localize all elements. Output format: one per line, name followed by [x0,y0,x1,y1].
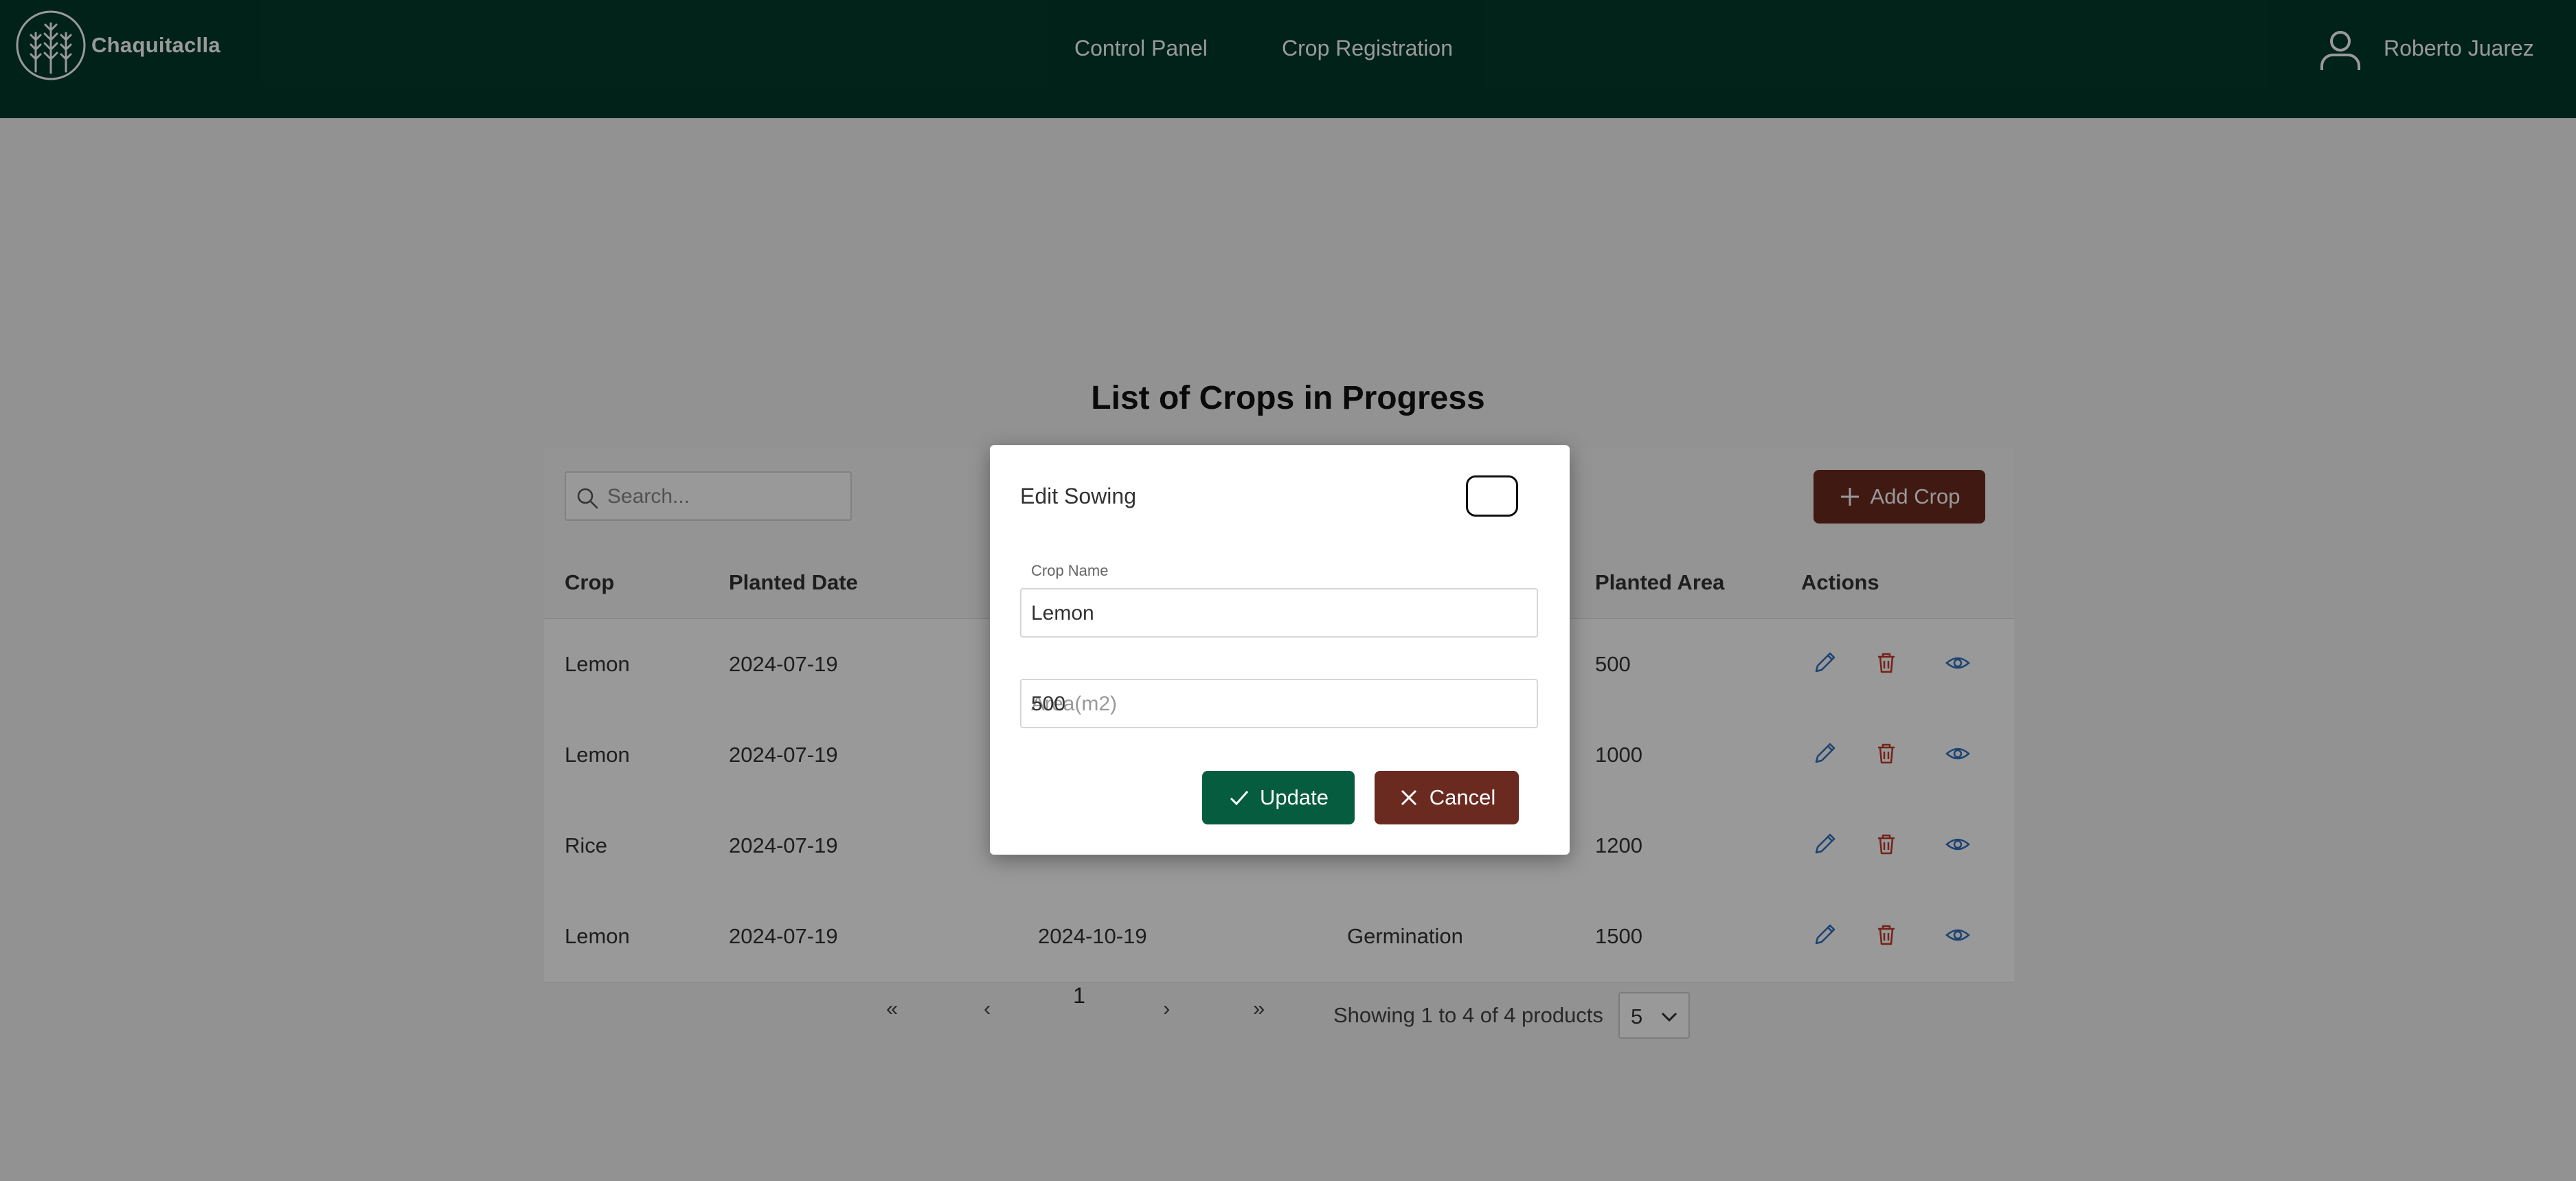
edit-sowing-dialog: Edit Sowing Crop Name Lemon Area(m2) 500… [990,445,1570,855]
cancel-label: Cancel [1429,785,1496,809]
crop-name-field[interactable]: Lemon [1020,588,1538,638]
crop-name-value: Lemon [1031,602,1094,625]
crop-name-label: Crop Name [1031,562,1109,579]
update-label: Update [1260,785,1329,809]
close-icon [1401,789,1416,806]
update-button[interactable]: Update [1202,771,1355,824]
area-value: 500 [1031,693,1066,715]
area-field[interactable]: Area(m2) 500 [1020,679,1538,728]
cancel-button[interactable]: Cancel [1375,771,1519,824]
close-button[interactable] [1466,475,1518,517]
check-icon [1230,791,1249,806]
dialog-title: Edit Sowing [1020,484,1136,508]
